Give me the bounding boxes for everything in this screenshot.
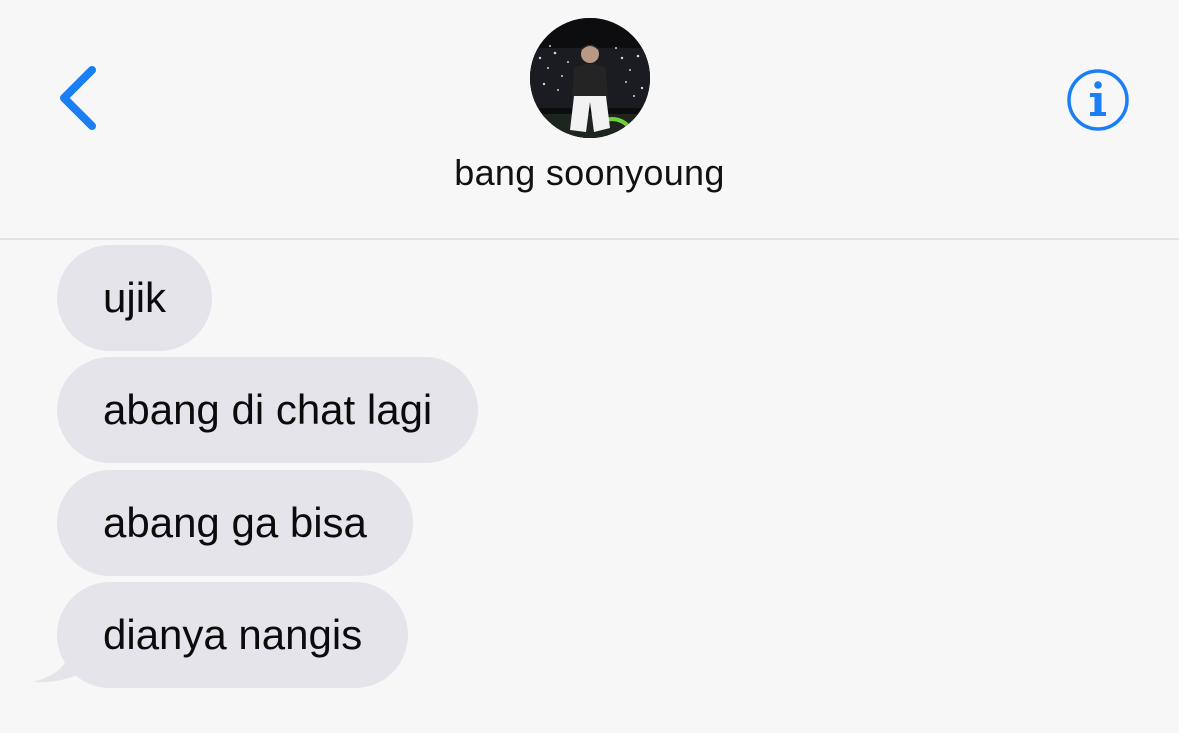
chat-screen: bang soonyoung ujik abang di chat lagi a… [0, 0, 1179, 733]
message-bubble[interactable]: ujik [57, 245, 213, 351]
message-thread[interactable]: ujik abang di chat lagi abang ga bisa di… [0, 240, 1179, 733]
info-button[interactable] [1064, 68, 1132, 132]
chevron-left-icon [60, 66, 96, 130]
back-button[interactable] [52, 62, 112, 134]
contact-avatar[interactable] [530, 18, 650, 138]
message-bubble[interactable]: abang di chat lagi [57, 357, 479, 463]
contact-name[interactable]: bang soonyoung [0, 152, 1179, 194]
info-circle-icon [1067, 69, 1129, 131]
avatar-photo [530, 18, 650, 138]
message-bubble[interactable]: abang ga bisa [57, 470, 413, 576]
conversation-header: bang soonyoung [0, 0, 1179, 240]
message-bubble[interactable]: dianya nangis [57, 582, 409, 688]
